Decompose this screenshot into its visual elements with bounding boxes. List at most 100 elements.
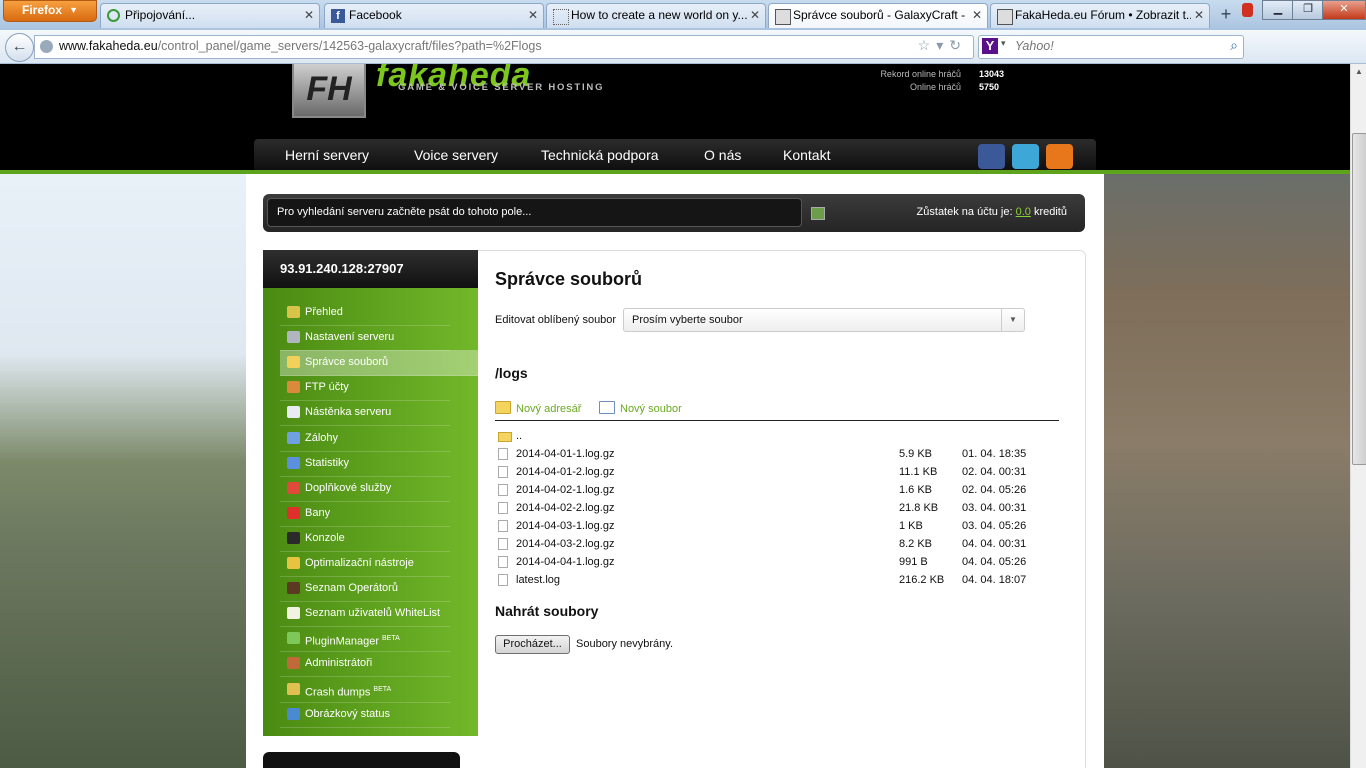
logo-subtitle: GAME & VOICE SERVER HOSTING [398, 82, 605, 93]
file-name[interactable]: 2014-04-01-2.log.gz [516, 463, 614, 481]
search-go-icon[interactable] [811, 207, 825, 220]
file-row[interactable]: 2014-04-01-2.log.gz 11.1 KB 02. 04. 00:31 [495, 463, 1059, 481]
file-row[interactable]: 2014-04-02-1.log.gz 1.6 KB 02. 04. 05:26 [495, 481, 1059, 499]
file-size: 1 KB [899, 520, 923, 532]
browser-tab[interactable]: FakaHeda.eu Fórum • Zobrazit t... ✕ [990, 3, 1210, 28]
menu-item-kontakt[interactable]: Kontakt [783, 139, 830, 172]
sidebar-item[interactable]: Statistiky [280, 451, 450, 477]
sidebar-item-label: Správce souborů [305, 350, 388, 375]
back-button[interactable]: ← [5, 33, 34, 62]
rss-icon[interactable] [1046, 144, 1073, 169]
close-icon[interactable]: ✕ [1194, 4, 1204, 27]
new-tab-button[interactable]: + [1213, 4, 1239, 26]
scroll-thumb[interactable] [1352, 133, 1366, 465]
close-window-button[interactable]: ✕ [1322, 0, 1366, 20]
file-row[interactable]: 2014-04-03-2.log.gz 8.2 KB 04. 04. 00:31 [495, 535, 1059, 553]
file-row[interactable]: 2014-04-02-2.log.gz 21.8 KB 03. 04. 00:31 [495, 499, 1059, 517]
sidebar-item[interactable]: Optimalizační nástroje [280, 551, 450, 577]
browser-tab[interactable]: Připojování... ✕ [100, 3, 320, 28]
scroll-up-arrow[interactable]: ▲ [1351, 64, 1366, 80]
chevron-down-icon[interactable]: ▾ [1001, 38, 1006, 49]
sidebar-item[interactable]: Seznam Operátorů [280, 576, 450, 603]
restore-button[interactable]: ❐ [1292, 0, 1324, 20]
menu-item-herni-servery[interactable]: Herní servery [285, 139, 369, 172]
file-row[interactable]: 2014-04-03-1.log.gz 1 KB 03. 04. 05:26 [495, 517, 1059, 535]
sidebar-item[interactable]: Bany [280, 501, 450, 527]
close-icon[interactable]: ✕ [972, 4, 982, 27]
browse-button[interactable]: Procházet... [495, 635, 570, 654]
menu-item-o-nas[interactable]: O nás [704, 139, 741, 172]
close-icon[interactable]: ✕ [528, 4, 538, 27]
sidebar-item-label: Nástěnka serveru [305, 400, 391, 425]
balance-unit: kreditů [1033, 206, 1067, 218]
logo-emblem[interactable]: FH [292, 64, 366, 118]
menu-item-technicka-podpora[interactable]: Technická podpora [541, 139, 659, 172]
file-name[interactable]: 2014-04-02-1.log.gz [516, 481, 614, 499]
file-date: 04. 04. 18:07 [962, 574, 1027, 586]
file-size: 8.2 KB [899, 538, 933, 550]
facebook-icon[interactable] [978, 144, 1005, 169]
yahoo-icon[interactable]: Y [982, 38, 998, 54]
sidebar-item[interactable]: Přehled [280, 300, 450, 326]
file-name[interactable]: .. [516, 427, 522, 445]
twitter-icon[interactable] [1012, 144, 1039, 169]
sidebar-item[interactable]: Nastavení serveru [280, 325, 450, 352]
file-size: 11.1 KB [899, 466, 938, 478]
server-search-input[interactable]: Pro vyhledání serveru začněte psát do to… [267, 198, 802, 227]
sidebar-item[interactable]: Zálohy [280, 426, 450, 452]
sidebar-item[interactable]: Administrátoři [280, 651, 450, 678]
sidebar-item[interactable]: Správce souborů [280, 350, 478, 377]
file-name[interactable]: 2014-04-03-2.log.gz [516, 535, 614, 553]
sidebar-item-text: Statistiky [305, 456, 350, 469]
sidebar-item[interactable]: FTP účty [280, 375, 450, 402]
file-date: 04. 04. 05:26 [962, 556, 1027, 568]
file-date: 02. 04. 00:31 [962, 466, 1027, 478]
sidebar-item[interactable]: PluginManager BETA [280, 626, 450, 653]
sidebar-item[interactable]: Nástěnka serveru [280, 400, 450, 427]
sidebar-item[interactable]: Doplňkové služby [280, 476, 450, 502]
content-area: Pro vyhledání serveru začněte psát do to… [246, 174, 1104, 768]
sidebar: 93.91.240.128:27907 Přehled Nastavení ser… [263, 250, 478, 736]
browser-tab[interactable]: How to create a new world on y... ✕ [546, 3, 766, 28]
file-row[interactable]: 2014-04-01-1.log.gz 5.9 KB 01. 04. 18:35 [495, 445, 1059, 463]
fakaheda-favicon [997, 9, 1013, 25]
file-name[interactable]: 2014-04-02-2.log.gz [516, 499, 614, 517]
url-bar[interactable]: www.fakaheda.eu/control_panel/game_serve… [34, 35, 974, 59]
menu-item-voice-servery[interactable]: Voice servery [414, 139, 498, 172]
minimize-button[interactable]: ▁ [1262, 0, 1294, 20]
browser-tab-active[interactable]: Správce souborů - GalaxyCraft - ... ✕ [768, 3, 988, 28]
file-row[interactable]: latest.log 216.2 KB 04. 04. 18:07 [495, 571, 1059, 589]
top-bar: Pro vyhledání serveru začněte psát do to… [263, 194, 1085, 232]
close-icon[interactable]: ✕ [750, 4, 760, 27]
favorite-file-select[interactable]: Prosím vyberte soubor ▼ [623, 308, 1025, 332]
firefox-menu-button[interactable]: Firefox ▼ [3, 0, 97, 22]
file-name[interactable]: 2014-04-01-1.log.gz [516, 445, 614, 463]
file-name[interactable]: 2014-04-03-1.log.gz [516, 517, 614, 535]
file-name[interactable]: latest.log [516, 571, 560, 589]
file-name[interactable]: 2014-04-04-1.log.gz [516, 553, 614, 571]
browser-tab[interactable]: f Facebook ✕ [324, 3, 544, 28]
shield-icon[interactable] [1242, 3, 1253, 17]
new-file-link[interactable]: Nový soubor [599, 401, 682, 415]
search-icon[interactable]: ⌕ [1230, 37, 1238, 54]
chevron-down-icon: ▼ [69, 5, 78, 15]
reload-icon[interactable]: ↻ [949, 37, 967, 53]
sidebar-item[interactable]: Konzole [280, 526, 450, 552]
parent-folder-row[interactable]: .. [495, 427, 1059, 445]
star-icon[interactable]: ☆ [918, 37, 937, 53]
close-icon[interactable]: ✕ [304, 4, 314, 27]
sidebar-item[interactable]: Obrázkový status [280, 702, 450, 728]
url-text: www.fakaheda.eu/control_panel/game_serve… [59, 39, 542, 53]
dropdown-icon[interactable]: ▾ [936, 37, 949, 53]
sidebar-item-text: Doplňkové služby [305, 481, 392, 494]
sidebar-item[interactable]: Crash dumps BETA [280, 677, 450, 703]
sidebar-item[interactable]: Seznam uživatelů WhiteList [280, 601, 450, 628]
balance-amount-link[interactable]: 0.0 [1016, 206, 1031, 218]
sidebar-item-label: Doplňkové služby [305, 476, 391, 501]
file-icon [498, 466, 508, 478]
vertical-scrollbar[interactable]: ▲ [1350, 64, 1366, 768]
search-bar[interactable]: Y ▾ Yahoo! ⌕ [978, 35, 1244, 59]
file-icon [498, 556, 508, 568]
file-row[interactable]: 2014-04-04-1.log.gz 991 B 04. 04. 05:26 [495, 553, 1059, 571]
new-folder-link[interactable]: Nový adresář [495, 401, 581, 415]
